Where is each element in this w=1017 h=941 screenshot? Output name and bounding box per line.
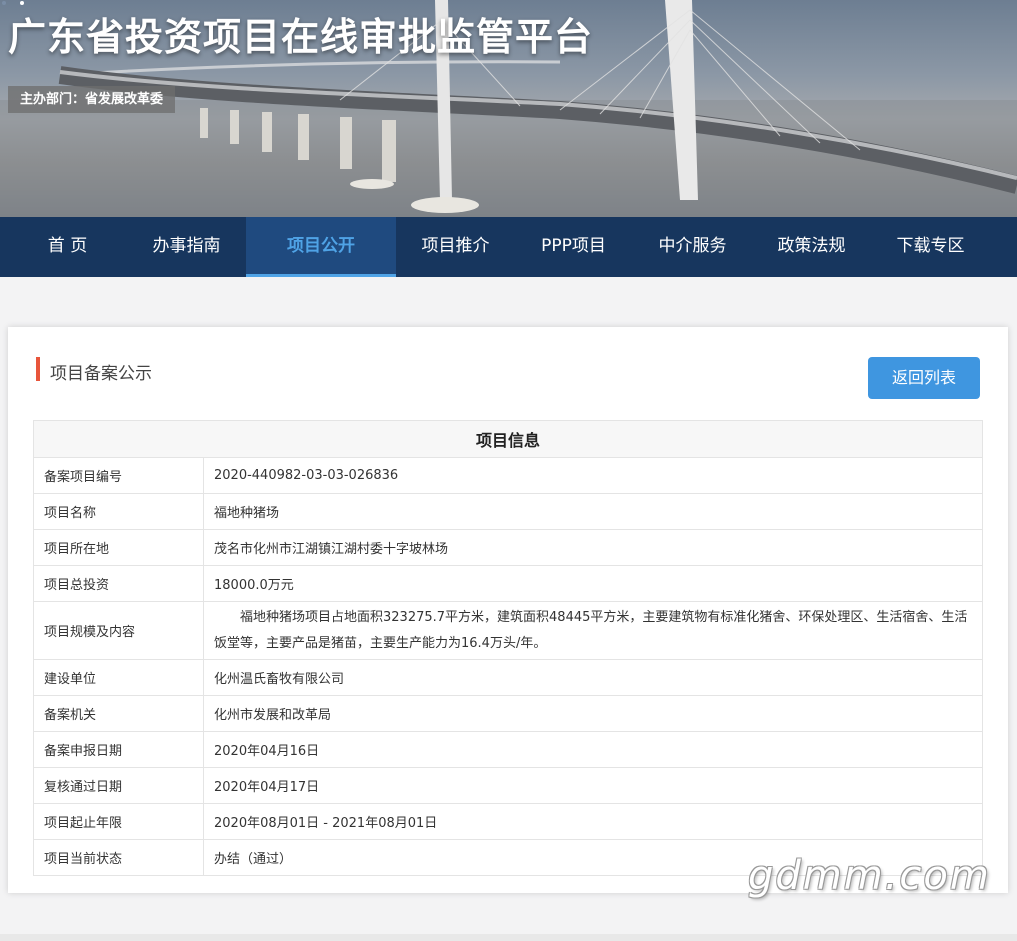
nav-item-intermediary[interactable]: 中介服务 [641, 217, 744, 277]
row-value: 福地种猪场 [203, 493, 983, 530]
table-row: 项目总投资 18000.0万元 [33, 565, 983, 602]
site-title: 广东省投资项目在线审批监管平台 [8, 15, 594, 59]
project-info-table: 项目信息 备案项目编号 2020-440982-03-03-026836 项目名… [33, 420, 983, 876]
watermark-text: gdmm.com [748, 853, 991, 899]
back-to-list-button[interactable]: 返回列表 [868, 357, 980, 399]
table-row: 项目规模及内容 福地种猪场项目占地面积323275.7平方米，建筑面积48445… [33, 601, 983, 660]
table-row: 备案申报日期 2020年04月16日 [33, 731, 983, 768]
row-value: 2020年04月16日 [203, 731, 983, 768]
nav-item-ppp[interactable]: PPP项目 [522, 217, 625, 277]
table-row: 项目起止年限 2020年08月01日 - 2021年08月01日 [33, 803, 983, 840]
table-row: 复核通过日期 2020年04月17日 [33, 767, 983, 804]
row-label: 项目总投资 [33, 565, 204, 602]
row-label: 项目起止年限 [33, 803, 204, 840]
title-accent-bar [36, 357, 40, 381]
row-label: 备案项目编号 [33, 457, 204, 494]
nav-item-project-promotion[interactable]: 项目推介 [404, 217, 507, 277]
row-value: 化州市发展和改革局 [203, 695, 983, 732]
row-value: 2020-440982-03-03-026836 [203, 457, 983, 494]
row-label: 建设单位 [33, 659, 204, 696]
row-label: 项目规模及内容 [33, 601, 204, 660]
nav-item-policy[interactable]: 政策法规 [760, 217, 863, 277]
card-title: 项目备案公示 [50, 364, 152, 384]
nav-item-project-public[interactable]: 项目公开 [246, 217, 396, 277]
footer-divider [0, 934, 1017, 941]
row-label: 备案机关 [33, 695, 204, 732]
row-label: 复核通过日期 [33, 767, 204, 804]
row-value: 茂名市化州市江湖镇江湖村委十字坡林场 [203, 529, 983, 566]
table-row: 备案机关 化州市发展和改革局 [33, 695, 983, 732]
table-row: 备案项目编号 2020-440982-03-03-026836 [33, 457, 983, 494]
carousel-dots[interactable] [0, 0, 28, 6]
row-value: 2020年04月17日 [203, 767, 983, 804]
nav-item-download[interactable]: 下载专区 [879, 217, 982, 277]
row-label: 项目当前状态 [33, 839, 204, 876]
row-label: 备案申报日期 [33, 731, 204, 768]
main-nav: 首 页 办事指南 项目公开 项目推介 PPP项目 中介服务 政策法规 下载专区 [0, 217, 1017, 277]
nav-item-guide[interactable]: 办事指南 [135, 217, 238, 277]
table-title: 项目信息 [33, 420, 983, 458]
project-detail-card: 项目备案公示 返回列表 项目信息 备案项目编号 2020-440982-03-0… [8, 327, 1008, 893]
table-row: 项目所在地 茂名市化州市江湖镇江湖村委十字坡林场 [33, 529, 983, 566]
table-row: 建设单位 化州温氏畜牧有限公司 [33, 659, 983, 696]
row-label: 项目名称 [33, 493, 204, 530]
row-value-description: 福地种猪场项目占地面积323275.7平方米，建筑面积48445平方米，主要建筑… [203, 601, 983, 660]
header-banner: 广东省投资项目在线审批监管平台 主办部门：省发展改革委 [0, 0, 1017, 217]
nav-item-home[interactable]: 首 页 [20, 217, 115, 277]
row-value: 18000.0万元 [203, 565, 983, 602]
row-value: 2020年08月01日 - 2021年08月01日 [203, 803, 983, 840]
table-row: 项目名称 福地种猪场 [33, 493, 983, 530]
row-value: 化州温氏畜牧有限公司 [203, 659, 983, 696]
row-label: 项目所在地 [33, 529, 204, 566]
sponsor-label: 主办部门：省发展改革委 [8, 86, 176, 113]
